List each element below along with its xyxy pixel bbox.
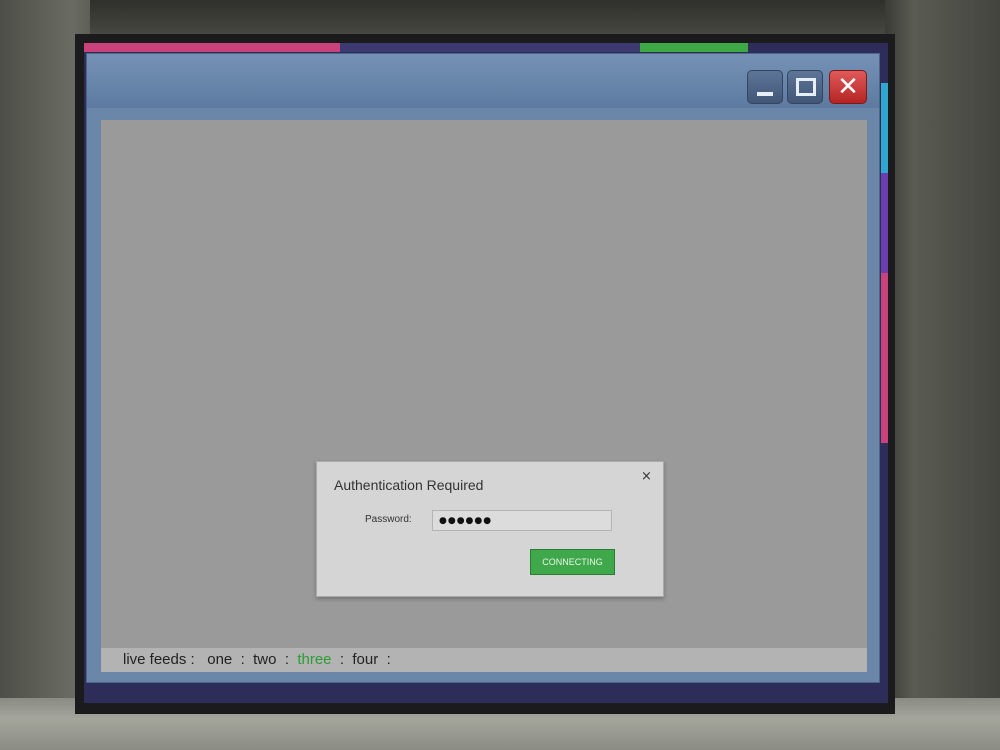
feed-link-four[interactable]: four xyxy=(352,651,378,668)
feed-link-three[interactable]: three xyxy=(297,651,331,668)
live-feeds-bar: live feeds : one : two : three : four : xyxy=(101,648,867,672)
maximize-button[interactable] xyxy=(787,70,823,104)
accent-side-purple xyxy=(881,173,888,273)
screen: ✕ live feeds : one : two : three : four … xyxy=(84,43,888,703)
dialog-title: Authentication Required xyxy=(334,477,484,493)
password-input[interactable]: ●●●●●● xyxy=(432,510,612,531)
accent-strip-pink xyxy=(84,43,340,52)
accent-side-pink xyxy=(881,273,888,443)
minimize-icon xyxy=(757,92,773,96)
dialog-close-icon[interactable]: × xyxy=(641,469,652,484)
authentication-dialog: Authentication Required × Password: ●●●●… xyxy=(316,461,664,597)
accent-strip-indigo xyxy=(340,43,640,52)
feed-separator: : xyxy=(386,651,391,668)
connect-button[interactable]: CONNECTING xyxy=(530,549,615,575)
minimize-button[interactable] xyxy=(747,70,783,104)
maximize-icon xyxy=(796,78,816,96)
feed-link-two[interactable]: two xyxy=(253,651,276,668)
live-feeds-label: live feeds : xyxy=(123,651,195,668)
monitor-bezel-right xyxy=(885,0,1000,750)
close-icon: ✕ xyxy=(837,72,859,102)
password-label: Password: xyxy=(365,514,412,525)
accent-strip-green xyxy=(640,43,748,52)
feed-link-one[interactable]: one xyxy=(207,651,232,668)
close-window-button[interactable]: ✕ xyxy=(829,70,867,104)
window-titlebar[interactable]: ✕ xyxy=(87,54,879,108)
accent-side-blue xyxy=(881,83,888,173)
